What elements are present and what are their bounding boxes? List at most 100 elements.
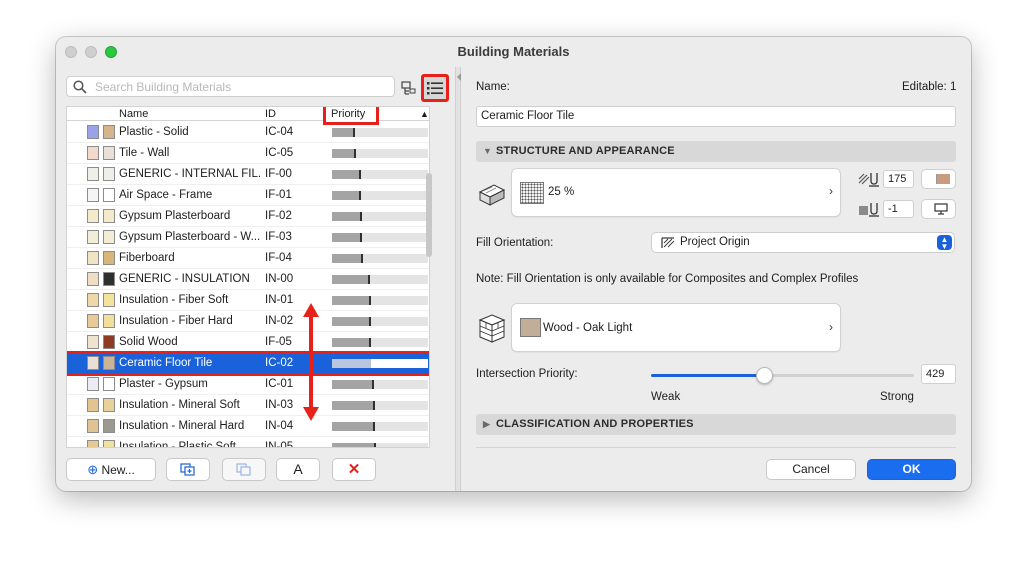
priority-bar-fill xyxy=(332,401,375,410)
table-row[interactable]: Insulation - Mineral Hard IN-04 xyxy=(67,416,429,437)
priority-bar xyxy=(332,254,428,263)
table-row[interactable]: Air Space - Frame IF-01 xyxy=(67,185,429,206)
priority-bar xyxy=(332,422,428,431)
materials-table: Name ID Priority ▲ Plastic - Solid IC-04 T… xyxy=(66,106,430,448)
priority-bar-fill xyxy=(332,317,371,326)
collapse-arrow-icon[interactable] xyxy=(457,73,461,81)
material-id: IN-01 xyxy=(265,294,294,306)
folder-tree-icon[interactable] xyxy=(401,80,419,96)
monitor-icon xyxy=(934,203,948,215)
priority-bar-fill xyxy=(332,443,376,447)
rename-button[interactable]: A xyxy=(276,458,320,481)
weak-label: Weak xyxy=(651,391,681,403)
column-header-name[interactable]: Name xyxy=(119,107,148,121)
material-name: Gypsum Plasterboard - W... xyxy=(119,231,261,243)
priority-bar xyxy=(332,233,428,242)
table-row[interactable]: GENERIC - INSULATION IN-00 xyxy=(67,269,429,290)
table-row[interactable]: Fiberboard IF-04 xyxy=(67,248,429,269)
new-button-label: New... xyxy=(101,463,135,477)
material-name: GENERIC - INSULATION xyxy=(119,273,250,285)
priority-bar xyxy=(332,359,428,368)
cut-fill-swatch xyxy=(87,377,99,391)
table-row[interactable]: Tile - Wall IC-05 xyxy=(67,143,429,164)
list-view-button[interactable] xyxy=(421,74,449,102)
table-row[interactable]: Solid Wood IF-05 xyxy=(67,332,429,353)
table-row[interactable]: Plastic - Solid IC-04 xyxy=(67,122,429,143)
material-name: Insulation - Fiber Hard xyxy=(119,315,233,327)
intersection-priority-slider[interactable] xyxy=(651,367,914,384)
scrollbar-thumb[interactable] xyxy=(426,173,432,257)
classification-section-header[interactable]: ▶ CLASSIFICATION AND PROPERTIES xyxy=(476,414,956,435)
slider-knob[interactable] xyxy=(756,367,773,384)
delete-icon: ✕ xyxy=(347,461,361,478)
search-input[interactable] xyxy=(93,79,383,95)
cancel-button[interactable]: Cancel xyxy=(766,459,856,480)
priority-bar xyxy=(332,128,428,137)
cut-fill-swatch xyxy=(87,251,99,265)
table-row[interactable]: Insulation - Mineral Soft IN-03 xyxy=(67,395,429,416)
priority-bar-fill xyxy=(332,191,361,200)
cut-fill-swatch xyxy=(87,293,99,307)
delete-button[interactable]: ✕ xyxy=(332,458,376,481)
material-id: IN-03 xyxy=(265,399,294,411)
import-button[interactable] xyxy=(222,458,266,481)
table-row[interactable]: Ceramic Floor Tile IC-02 xyxy=(67,351,429,376)
new-material-button[interactable]: ⊕ New... xyxy=(66,458,156,481)
fill-orientation-label: Fill Orientation: xyxy=(476,237,554,249)
column-header-id[interactable]: ID xyxy=(265,107,276,121)
priority-bar-fill xyxy=(332,254,363,263)
surface-color-swatch xyxy=(103,356,115,370)
table-scrollbar[interactable] xyxy=(422,121,433,463)
list-icon xyxy=(427,82,443,95)
window-title: Building Materials xyxy=(457,44,570,59)
priority-bar-fill xyxy=(332,149,356,158)
priority-bar xyxy=(332,149,428,158)
table-row[interactable]: Gypsum Plasterboard IF-02 xyxy=(67,206,429,227)
search-field[interactable] xyxy=(66,76,395,97)
fill-color-button[interactable] xyxy=(921,169,956,189)
background-pen-field[interactable]: -1 xyxy=(883,200,914,218)
priority-bar-fill xyxy=(332,296,371,305)
surface-name: Wood - Oak Light xyxy=(543,322,633,334)
cut-fill-picker[interactable]: 25 % › xyxy=(511,168,841,217)
material-id: IN-05 xyxy=(265,441,294,448)
cut-fill-swatch xyxy=(87,419,99,433)
material-id: IC-05 xyxy=(265,147,294,159)
slider-fill xyxy=(651,374,764,377)
fill-orientation-value: Project Origin xyxy=(680,236,750,248)
name-label: Name: xyxy=(476,81,510,93)
material-name: Plaster - Gypsum xyxy=(119,378,208,390)
sort-ascending-icon[interactable]: ▲ xyxy=(420,107,429,121)
rename-icon: A xyxy=(293,461,303,477)
table-row[interactable]: GENERIC - INTERNAL FIL... IF-00 xyxy=(67,164,429,185)
fill-pen-field[interactable]: 175 xyxy=(883,170,914,188)
table-row[interactable]: Gypsum Plasterboard - W... IF-03 xyxy=(67,227,429,248)
pane-splitter[interactable] xyxy=(455,67,461,491)
ok-button[interactable]: OK xyxy=(867,459,956,480)
surface-color-swatch xyxy=(103,440,115,447)
surface-color-swatch xyxy=(103,314,115,328)
material-id: IF-00 xyxy=(265,168,292,180)
table-row[interactable]: Insulation - Fiber Hard IN-02 xyxy=(67,311,429,332)
intersection-priority-value: 429 xyxy=(926,368,945,380)
priority-bar xyxy=(332,191,428,200)
material-id: IF-04 xyxy=(265,252,292,264)
material-name: Tile - Wall xyxy=(119,147,170,159)
cut-fill-swatch xyxy=(87,230,99,244)
fill-orientation-select[interactable]: Project Origin ▲ ▼ xyxy=(651,232,955,253)
material-name-field[interactable]: Ceramic Floor Tile xyxy=(476,106,956,127)
cut-fill-swatch xyxy=(87,440,99,447)
priority-bar-fill xyxy=(332,128,355,137)
priority-bar xyxy=(332,170,428,179)
table-row[interactable]: Insulation - Fiber Soft IN-01 xyxy=(67,290,429,311)
table-row[interactable]: Insulation - Plastic Soft IN-05 xyxy=(67,437,429,448)
duplicate-button[interactable] xyxy=(166,458,210,481)
surface-color-swatch xyxy=(103,230,115,244)
material-name: Fiberboard xyxy=(119,252,175,264)
intersection-priority-field[interactable]: 429 xyxy=(921,364,956,384)
background-display-button[interactable] xyxy=(921,199,956,219)
material-id: IC-02 xyxy=(265,357,294,369)
table-row[interactable]: Plaster - Gypsum IC-01 xyxy=(67,374,429,395)
structure-section-header[interactable]: ▼ STRUCTURE AND APPEARANCE xyxy=(476,141,956,162)
surface-picker[interactable]: Wood - Oak Light › xyxy=(511,303,841,352)
